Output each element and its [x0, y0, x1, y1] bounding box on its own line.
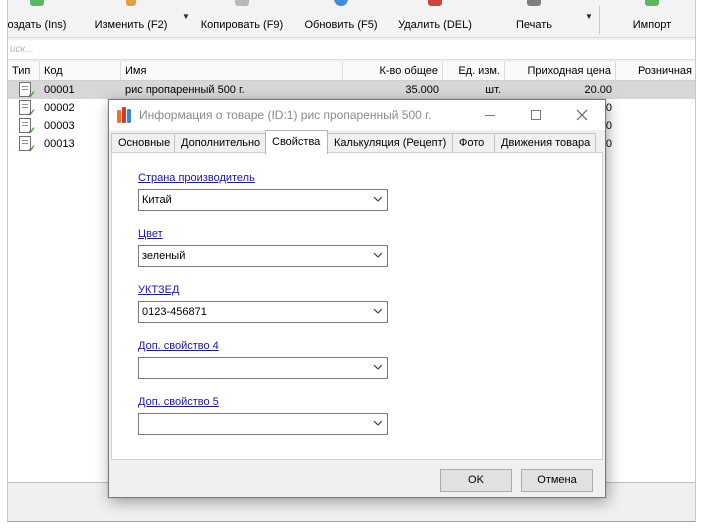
- import-icon: [645, 0, 659, 6]
- add-icon: [30, 0, 44, 6]
- product-doc-icon: [19, 136, 36, 155]
- property-label-extra5[interactable]: Доп. свойство 5: [138, 396, 219, 408]
- product-doc-icon: [19, 82, 36, 101]
- pencil-icon: [126, 0, 136, 6]
- column-header-qty[interactable]: К-во общее: [343, 62, 443, 81]
- cell-qty: 35.000: [405, 84, 439, 96]
- refresh-icon: [334, 0, 348, 6]
- tab-additional[interactable]: Дополнительно: [174, 133, 266, 153]
- chevron-down-icon: [373, 196, 383, 202]
- toolbar-separator: [599, 6, 600, 34]
- column-header-type[interactable]: Тип: [8, 62, 40, 81]
- cell-code: 00001: [44, 84, 75, 96]
- app-books-icon: [117, 107, 133, 123]
- toolbar: оздать (Ins) Изменить (F2) ▼ Копировать …: [7, 0, 695, 38]
- import-button[interactable]: Импорт: [628, 0, 676, 38]
- column-header-name[interactable]: Имя: [121, 62, 343, 81]
- column-header-unit[interactable]: Ед. изм.: [443, 62, 505, 81]
- printer-icon: [527, 0, 541, 6]
- property-label-country[interactable]: Страна производитель: [138, 172, 255, 184]
- extra5-select[interactable]: [138, 413, 388, 435]
- uktzed-select-value: 0123-456871: [142, 306, 207, 318]
- cancel-button[interactable]: Отмена: [521, 469, 593, 492]
- cell-name: рис пропаренный 500 г.: [125, 84, 245, 96]
- search-placeholder: иск...: [10, 44, 34, 55]
- product-info-dialog: Информация о товаре (ID:1) рис пропаренн…: [108, 99, 606, 498]
- chevron-down-icon: [373, 308, 383, 314]
- dialog-titlebar[interactable]: Информация о товаре (ID:1) рис пропаренн…: [109, 100, 605, 130]
- copy-button-label: Копировать (F9): [200, 19, 284, 31]
- import-button-label: Импорт: [632, 19, 672, 31]
- tab-basic[interactable]: Основные: [111, 133, 175, 153]
- delete-button-label: Удалить (DEL): [398, 19, 472, 31]
- column-header-code[interactable]: Код: [40, 62, 121, 81]
- tab-properties[interactable]: Свойства: [265, 130, 328, 154]
- copy-icon: [235, 0, 249, 6]
- delete-icon: [428, 0, 442, 6]
- dialog-button-bar: OK Отмена: [109, 461, 605, 497]
- refresh-button-label: Обновить (F5): [304, 19, 378, 31]
- create-button[interactable]: оздать (Ins): [7, 0, 70, 38]
- close-icon: [576, 109, 588, 121]
- close-button[interactable]: [559, 100, 605, 130]
- chevron-down-icon: [373, 252, 383, 258]
- color-select[interactable]: зеленый: [138, 245, 388, 267]
- search-input[interactable]: иск...: [8, 40, 695, 60]
- print-button[interactable]: Печать: [510, 0, 558, 38]
- dialog-title: Информация о товаре (ID:1) рис пропаренн…: [139, 108, 432, 122]
- cell-unit: шт.: [485, 84, 501, 96]
- tab-calculation[interactable]: Калькуляция (Рецепт): [327, 133, 453, 153]
- extra4-select[interactable]: [138, 357, 388, 379]
- table-row[interactable]: 00001 рис пропаренный 500 г. 35.000 шт. …: [8, 81, 695, 101]
- property-label-extra4[interactable]: Доп. свойство 4: [138, 340, 219, 352]
- country-select-value: Китай: [142, 194, 172, 206]
- tab-strip: Основные Дополнительно Свойства Калькуля…: [109, 130, 605, 154]
- ok-button[interactable]: OK: [440, 469, 512, 492]
- edit-button[interactable]: Изменить (F2): [92, 0, 170, 38]
- copy-button[interactable]: Копировать (F9): [198, 0, 286, 38]
- minimize-button[interactable]: [467, 100, 513, 130]
- property-label-color[interactable]: Цвет: [138, 228, 163, 240]
- maximize-icon: [531, 110, 541, 120]
- product-doc-icon: [19, 118, 36, 137]
- product-doc-icon: [19, 100, 36, 119]
- color-select-value: зеленый: [142, 250, 186, 262]
- chevron-down-icon: [373, 420, 383, 426]
- tab-movements[interactable]: Движения товара: [494, 133, 596, 153]
- edit-dropdown-arrow-icon[interactable]: ▼: [182, 12, 190, 21]
- tab-photo[interactable]: Фото: [452, 133, 495, 153]
- create-button-label: оздать (Ins): [7, 19, 67, 31]
- print-dropdown-arrow-icon[interactable]: ▼: [585, 12, 593, 21]
- print-button-label: Печать: [515, 19, 553, 31]
- delete-button[interactable]: Удалить (DEL): [394, 0, 476, 38]
- maximize-button[interactable]: [513, 100, 559, 130]
- column-header-retail[interactable]: Розничная: [616, 62, 695, 81]
- properties-panel: Страна производитель Китай Цвет зеленый …: [111, 152, 603, 460]
- chevron-down-icon: [373, 364, 383, 370]
- refresh-button[interactable]: Обновить (F5): [301, 0, 381, 38]
- uktzed-select[interactable]: 0123-456871: [138, 301, 388, 323]
- cell-price: 20.00: [584, 84, 612, 96]
- country-select[interactable]: Китай: [138, 189, 388, 211]
- minimize-icon: [485, 114, 495, 116]
- property-label-uktzed[interactable]: УКТЗЕД: [138, 284, 179, 296]
- column-header-price[interactable]: Приходная цена: [505, 62, 616, 81]
- edit-button-label: Изменить (F2): [94, 19, 168, 31]
